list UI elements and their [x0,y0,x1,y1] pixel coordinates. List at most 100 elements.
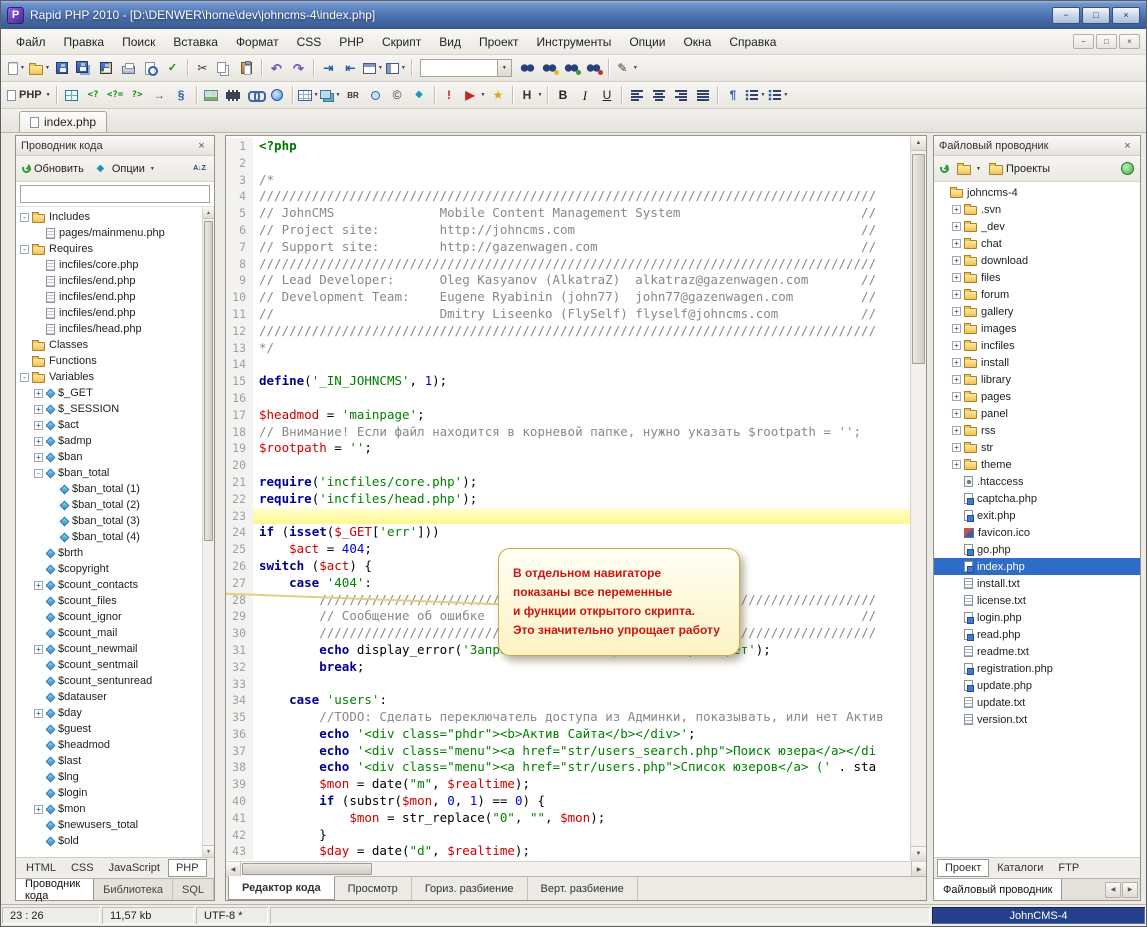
code-line[interactable]: 3/* [226,172,910,189]
find-in-files-button[interactable] [561,57,582,79]
code-line[interactable]: 40 if (substr($mon, 0, 1) == 0) { [226,793,910,810]
replace-button[interactable] [583,57,604,79]
code-line[interactable]: 13*/ [226,340,910,357]
align-center-button[interactable] [648,84,669,106]
file-explorer-item-.htaccess[interactable]: .htaccess [934,473,1140,490]
mdi-restore-button[interactable]: □ [1096,34,1117,49]
scroll-left-icon[interactable]: ◀ [226,862,241,876]
code-line[interactable]: 12//////////////////////////////////////… [226,323,910,340]
refresh-button[interactable]: Обновить [19,161,87,177]
file-explorer-item-readme.txt[interactable]: readme.txt [934,643,1140,660]
expand-plus-icon[interactable]: + [34,805,43,814]
code-explorer-item-$last[interactable]: $last [16,753,202,769]
collapse-minus-icon[interactable]: - [20,245,29,254]
file-explorer-item-johncms-4[interactable]: johncms-4 [934,184,1140,201]
scrollbar-thumb[interactable] [912,154,925,364]
file-explorer-item-forum[interactable]: +forum [934,286,1140,303]
indent-button[interactable]: ⇥ [318,57,339,79]
code-line[interactable]: 10// Development Team: Eugene Ryabinin (… [226,289,910,306]
code-line[interactable]: 1<?php [226,138,910,155]
code-explorer-item-Classes[interactable]: Classes [16,337,202,353]
expand-plus-icon[interactable]: + [34,421,43,430]
view-tab-Гориз. разбиение[interactable]: Гориз. разбиение [412,877,528,900]
paste-button[interactable] [236,57,257,79]
code-line[interactable]: 8///////////////////////////////////////… [226,256,910,273]
scroll-up-icon[interactable]: ▲ [911,136,926,151]
file-explorer-item-gallery[interactable]: +gallery [934,303,1140,320]
frameset-button[interactable]: ▼ [362,57,384,79]
options-button[interactable]: ◆ Опции ▼ [89,159,158,179]
code-explorer-item-Requires[interactable]: -Requires [16,241,202,257]
layout-button[interactable]: ▼ [385,57,407,79]
expand-plus-icon[interactable]: + [34,437,43,446]
code-explorer-item-$day[interactable]: +$day [16,705,202,721]
projects-button[interactable]: Проекты [986,160,1053,177]
code-explorer-item-$ban_total_(3)[interactable]: $ban_total (3) [16,513,202,529]
code-line[interactable]: 33 [226,676,910,693]
scroll-right-icon[interactable]: ▶ [1122,882,1138,898]
ordered-list-button[interactable]: ▼ [744,84,766,106]
maximize-button[interactable]: □ [1082,7,1110,24]
expand-plus-icon[interactable]: + [952,222,961,231]
print-button[interactable] [118,57,139,79]
expand-plus-icon[interactable]: + [952,290,961,299]
code-explorer-item-$datauser[interactable]: $datauser [16,689,202,705]
favorites-button[interactable]: ★ [487,84,508,106]
menu-item-Инструменты[interactable]: Инструменты [528,30,621,54]
expand-plus-icon[interactable]: + [952,426,961,435]
file-explorer-item-captcha.php[interactable]: captcha.php [934,490,1140,507]
expand-plus-icon[interactable]: + [34,645,43,654]
expand-plus-icon[interactable]: + [34,405,43,414]
insert-div-button[interactable]: ▼ [321,84,342,106]
cut-button[interactable]: ✂ [192,57,213,79]
code-line[interactable]: 22require('incfiles/head.php'); [226,491,910,508]
code-explorer-item-$ban_total_(4)[interactable]: $ban_total (4) [16,529,202,545]
fe-tab-Каталоги[interactable]: Каталоги [990,859,1050,877]
lang-tab-HTML[interactable]: HTML [19,859,63,877]
quick-search-combo[interactable]: ▼ [420,59,512,77]
code-explorer-item-Variables[interactable]: -Variables [16,369,202,385]
collapse-minus-icon[interactable]: - [20,373,29,382]
expand-plus-icon[interactable]: + [952,443,961,452]
menu-item-Вид[interactable]: Вид [430,30,470,54]
file-explorer-item-registration.php[interactable]: registration.php [934,660,1140,677]
paragraph-button[interactable]: ¶ [722,84,743,106]
expand-plus-icon[interactable]: + [952,256,961,265]
code-line[interactable]: 14 [226,356,910,373]
scroll-left-icon[interactable]: ◀ [1105,882,1121,898]
php-close-tag-button[interactable]: ?> [127,84,148,106]
menu-item-Опции[interactable]: Опции [620,30,674,54]
find-next-button[interactable] [539,57,560,79]
expand-plus-icon[interactable]: + [952,273,961,282]
underline-button[interactable]: U [596,84,617,106]
file-explorer-item-exit.php[interactable]: exit.php [934,507,1140,524]
save-as-button[interactable] [96,57,117,79]
code-explorer-item-$guest[interactable]: $guest [16,721,202,737]
code-explorer-item-$count_mail[interactable]: $count_mail [16,625,202,641]
insert-anchor-button[interactable] [245,84,266,106]
code-line[interactable]: 41 $mon = str_replace("0", "", $mon); [226,810,910,827]
code-line[interactable]: 19$rootpath = ''; [226,440,910,457]
code-line[interactable]: 2 [226,155,910,172]
find-button[interactable] [517,57,538,79]
redo-button[interactable]: ↷ [288,57,309,79]
document-tab-index-php[interactable]: index.php [19,111,107,132]
panel-tab-Библиотека[interactable]: Библиотека [94,879,173,900]
code-explorer-item-incfiles/head.php[interactable]: incfiles/head.php [16,321,202,337]
php-open-tag-button[interactable]: <? [83,84,104,106]
menu-item-CSS[interactable]: CSS [288,30,331,54]
minimize-button[interactable]: − [1052,7,1080,24]
open-file-button[interactable]: ▼ [28,57,51,79]
file-explorer-item-chat[interactable]: +chat [934,235,1140,252]
code-explorer-scrollbar[interactable]: ▲ ▼ [202,207,214,857]
code-line[interactable]: 36 echo '<div class="phdr"><b>Актив Сайт… [226,726,910,743]
panel-tab-Проводник кода[interactable]: Проводник кода [16,879,94,900]
code-explorer-item-$ban_total_(2)[interactable]: $ban_total (2) [16,497,202,513]
file-explorer-item-read.php[interactable]: read.php [934,626,1140,643]
code-line[interactable]: 37 echo '<div class="menu"><a href="str/… [226,743,910,760]
code-line[interactable]: 9// Lead Developer: Oleg Kasyanov (Alkat… [226,272,910,289]
file-explorer-item-update.txt[interactable]: update.txt [934,694,1140,711]
scroll-right-icon[interactable]: ▶ [911,862,926,876]
code-explorer-item-incfiles/core.php[interactable]: incfiles/core.php [16,257,202,273]
insert-link-button[interactable] [267,84,288,106]
